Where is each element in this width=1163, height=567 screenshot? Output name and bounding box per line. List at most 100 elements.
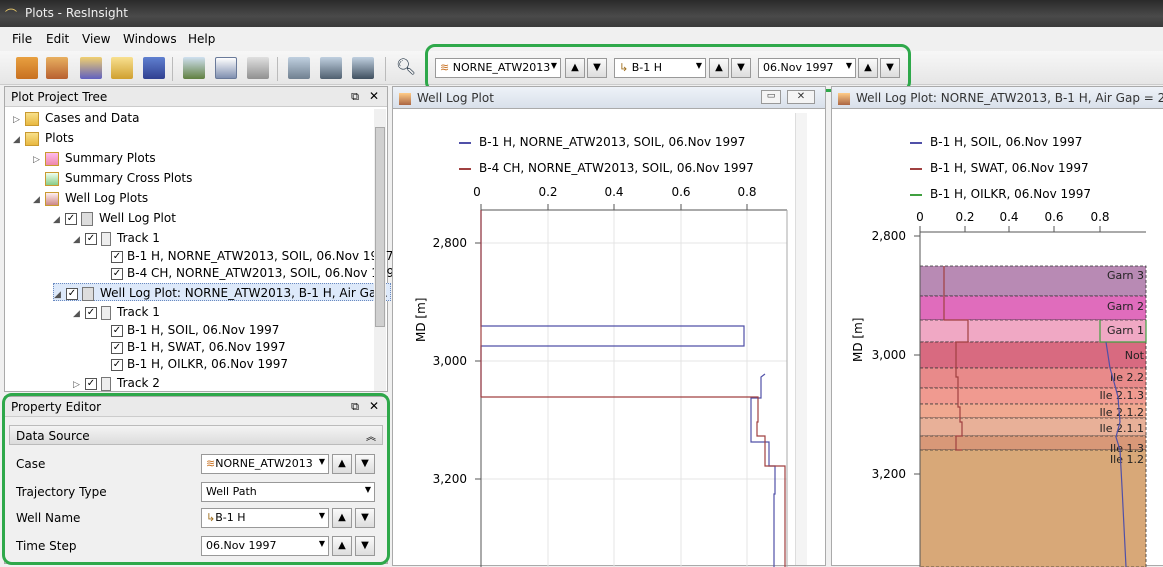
- x-tick: 0.8: [737, 185, 756, 199]
- close-button[interactable]: ✕: [787, 90, 815, 104]
- tree-item-summary-plots[interactable]: ▷ Summary Plots: [33, 149, 156, 167]
- zone-label: Garn 2: [1107, 300, 1144, 313]
- tree-label: B-1 H, NORNE_ATW2013, SOIL, 06.Nov 1997: [127, 249, 394, 263]
- plot-scrollbar[interactable]: [795, 113, 807, 565]
- save-project-icon[interactable]: [143, 57, 165, 79]
- x-tick: 0.8: [1090, 210, 1109, 224]
- import-grid-icon[interactable]: [46, 57, 68, 79]
- tree-item-selected-plot[interactable]: ◢ ✓ Well Log Plot: NORNE_ATW2013, B-1 H, A…: [53, 283, 391, 301]
- checkbox-checked[interactable]: ✓: [85, 232, 97, 245]
- tree-item-curve[interactable]: ✓ B-4 CH, NORNE_ATW2013, SOIL, 06.Nov 199…: [111, 264, 402, 282]
- tree-item-well-log-plots[interactable]: ◢ Well Log Plots: [33, 189, 148, 207]
- menu-windows[interactable]: Windows: [123, 32, 177, 46]
- checkbox-checked[interactable]: ✓: [65, 212, 77, 225]
- plot-window-title-bar: Well Log Plot: NORNE_ATW2013, B-1 H, Air…: [832, 87, 1163, 109]
- folder-icon: [25, 111, 39, 126]
- legend-entry: B-1 H, SWAT, 06.Nov 1997: [910, 161, 1089, 175]
- zoom-all-icon[interactable]: 🔍︎: [395, 57, 417, 79]
- tree-scrollbar[interactable]: [374, 109, 386, 391]
- x-tick: 0.2: [538, 185, 557, 199]
- legend-entry: B-1 H, NORNE_ATW2013, SOIL, 06.Nov 1997: [459, 135, 745, 149]
- zone-label: Not: [1125, 349, 1145, 362]
- checkbox-checked[interactable]: ✓: [111, 341, 123, 354]
- property-editor-highlight: [2, 393, 390, 565]
- toolbar-highlight: [425, 44, 911, 92]
- legend-entry: B-4 CH, NORNE_ATW2013, SOIL, 06.Nov 1997: [459, 161, 754, 175]
- track-icon: [101, 231, 111, 246]
- tree-label: Track 2: [117, 376, 160, 390]
- close-icon[interactable]: ✕: [369, 89, 379, 103]
- legend-entry: B-1 H, OILKR, 06.Nov 1997: [910, 187, 1091, 201]
- well-log-icon: [45, 191, 59, 206]
- plot1-track: 0 0.2 0.4 0.6 0.8 MD [m] 2,800 3,000 3,2…: [414, 185, 788, 567]
- well-log-plot-window-2: Well Log Plot: NORNE_ATW2013, B-1 H, Air…: [831, 86, 1163, 567]
- checkbox-checked[interactable]: ✓: [111, 250, 123, 263]
- zone-label: Ile 2.1.1: [1099, 422, 1144, 435]
- plot-window-icon[interactable]: [215, 57, 237, 79]
- checkbox-checked[interactable]: ✓: [66, 287, 78, 300]
- y-tick: 3,000: [433, 354, 467, 368]
- view-3d-icon[interactable]: [183, 57, 205, 79]
- zone-label: Garn 3: [1107, 269, 1144, 282]
- tree-item-curve[interactable]: ✓ B-1 H, SOIL, 06.Nov 1997: [111, 321, 279, 339]
- tree-label: B-4 CH, NORNE_ATW2013, SOIL, 06.Nov 1997: [127, 266, 402, 280]
- float-icon[interactable]: ⧉: [351, 90, 359, 104]
- tree-item-cases[interactable]: ▷ Cases and Data: [13, 109, 139, 127]
- tree-item-track1[interactable]: ◢ ✓ Track 1: [73, 229, 160, 247]
- x-tick: 0.6: [1044, 210, 1063, 224]
- tree-item-curve[interactable]: ✓ B-1 H, OILKR, 06.Nov 1997: [111, 355, 288, 373]
- menu-help[interactable]: Help: [188, 32, 215, 46]
- plot2-track: 0 0.2 0.4 0.6 0.8 MD [m] 2,800 3,000 3,2…: [851, 210, 1147, 567]
- tree-label: B-1 H, SOIL, 06.Nov 1997: [127, 323, 280, 337]
- legend-entry: B-1 H, SOIL, 06.Nov 1997: [910, 135, 1082, 149]
- tree-item-curve[interactable]: ✓ B-1 H, NORNE_ATW2013, SOIL, 06.Nov 1997: [111, 247, 393, 265]
- window-title: Plots - ResInsight: [25, 6, 128, 20]
- tree-item-track2[interactable]: ▷ ✓ Track 2: [73, 374, 160, 392]
- menu-edit[interactable]: Edit: [46, 32, 69, 46]
- checkbox-checked[interactable]: ✓: [85, 306, 97, 319]
- tree-item-well-log-plot[interactable]: ◢ ✓ Well Log Plot: [53, 209, 176, 227]
- tree-label: Summary Cross Plots: [65, 171, 193, 185]
- tree-item-summary-cross-plots[interactable]: Summary Cross Plots: [33, 169, 192, 187]
- open-project-icon[interactable]: [111, 57, 133, 79]
- y-tick: 2,800: [433, 236, 467, 250]
- plot-icon: [82, 286, 94, 301]
- scroll-thumb[interactable]: [375, 127, 385, 327]
- checkbox-checked[interactable]: ✓: [111, 267, 123, 280]
- x-tick: 0.4: [604, 185, 623, 199]
- snapshot-all-icon[interactable]: [320, 57, 342, 79]
- window-title-bar: ⌒ Plots - ResInsight: [0, 0, 1163, 27]
- plot-icon: [838, 92, 850, 105]
- import-case-icon[interactable]: [16, 57, 38, 79]
- plot-window-title: Well Log Plot: [417, 91, 494, 105]
- y-tick: 3,200: [433, 472, 467, 486]
- menu-file[interactable]: File: [12, 32, 32, 46]
- folder-icon: [25, 131, 39, 146]
- tree-label: B-1 H, SWAT, 06.Nov 1997: [127, 340, 286, 354]
- checkbox-checked[interactable]: ✓: [111, 324, 123, 337]
- x-tick: 0.4: [999, 210, 1018, 224]
- plot-project-tree-panel: Plot Project Tree ⧉ ✕ ▷ Cases and Data ◢ P…: [4, 86, 402, 392]
- tree-item-track1[interactable]: ◢ ✓ Track 1: [73, 303, 160, 321]
- tree-item-plots[interactable]: ◢ Plots: [13, 129, 74, 147]
- track-icon: [101, 305, 111, 320]
- menu-view[interactable]: View: [82, 32, 110, 46]
- calculator-icon[interactable]: [247, 57, 269, 79]
- tree-label: Well Log Plots: [65, 191, 149, 205]
- tree-label: Track 1: [117, 305, 160, 319]
- legend-label: B-1 H, SOIL, 06.Nov 1997: [930, 135, 1083, 149]
- summary-plot-icon: [45, 151, 59, 166]
- checkbox-checked[interactable]: ✓: [85, 377, 97, 390]
- snapshot-file-icon[interactable]: [352, 57, 374, 79]
- tree-item-curve[interactable]: ✓ B-1 H, SWAT, 06.Nov 1997: [111, 338, 286, 356]
- tree-label: Summary Plots: [65, 151, 156, 165]
- y-axis-label: MD [m]: [851, 318, 865, 362]
- zone-label: Ile 1.2: [1110, 453, 1144, 466]
- restore-button[interactable]: ▭: [761, 90, 781, 104]
- plot-icon: [399, 92, 411, 105]
- checkbox-checked[interactable]: ✓: [111, 358, 123, 371]
- legend-label: B-1 H, SWAT, 06.Nov 1997: [930, 161, 1089, 175]
- snapshot-icon[interactable]: [288, 57, 310, 79]
- import-well-icon[interactable]: [80, 57, 102, 79]
- curve-b4ch-soil: [480, 210, 786, 567]
